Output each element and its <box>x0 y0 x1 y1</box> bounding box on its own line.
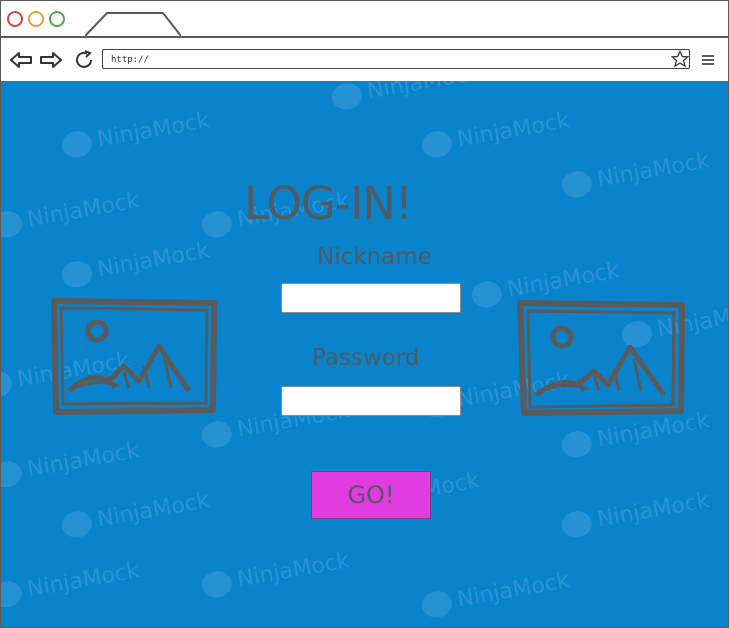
ninja-logo-icon <box>199 208 234 240</box>
forward-arrow-icon[interactable] <box>39 51 63 69</box>
password-label: Password <box>312 345 420 371</box>
watermark: NinjaMock <box>1 188 142 240</box>
ninja-logo-icon <box>1 368 14 400</box>
menu-icon[interactable] <box>701 53 715 67</box>
page-title: LOG-IN! <box>244 177 413 230</box>
watermark: NinjaMock <box>59 488 212 540</box>
ninja-logo-icon <box>1 458 24 490</box>
watermark: NinjaMock <box>419 108 572 160</box>
url-input[interactable]: http:// <box>102 49 690 69</box>
ninja-logo-icon <box>559 428 594 460</box>
ninja-logo-icon <box>419 588 454 620</box>
watermark: NinjaMock <box>199 548 352 600</box>
watermark: NinjaMock <box>419 568 572 620</box>
ninja-logo-icon <box>559 168 594 200</box>
ninja-logo-icon <box>199 418 234 450</box>
ninja-logo-icon <box>1 208 24 240</box>
close-window-button[interactable] <box>7 11 23 27</box>
ninja-logo-icon <box>469 278 504 310</box>
watermark: NinjaMock <box>559 148 712 200</box>
watermark: NinjaMock <box>1 558 142 610</box>
nickname-input[interactable] <box>281 283 461 313</box>
star-icon[interactable] <box>671 50 689 68</box>
right-image-placeholder <box>517 300 685 416</box>
ninja-logo-icon <box>59 258 94 290</box>
left-image-placeholder <box>51 298 217 415</box>
ninja-logo-icon <box>419 128 454 160</box>
back-arrow-icon[interactable] <box>9 51 33 69</box>
tab-divider <box>1 36 728 38</box>
ninja-logo-icon <box>59 128 94 160</box>
go-button[interactable]: GO! <box>311 471 431 519</box>
watermark: NinjaMock <box>329 81 482 112</box>
ninja-logo-icon <box>1 578 24 610</box>
address-toolbar: http:// <box>1 39 728 119</box>
reload-icon[interactable] <box>73 49 95 71</box>
watermark: NinjaMock <box>59 238 212 290</box>
browser-window: http:// NinjaMock NinjaMock NinjaMock Ni… <box>0 0 729 628</box>
title-bar <box>1 1 728 39</box>
watermark: NinjaMock <box>559 488 712 540</box>
ninja-logo-icon <box>559 508 594 540</box>
password-input[interactable] <box>281 386 461 416</box>
nickname-label: Nickname <box>317 244 432 270</box>
ninja-logo-icon <box>199 568 234 600</box>
browser-tab[interactable] <box>85 12 181 37</box>
watermark: NinjaMock <box>1 438 142 490</box>
ninja-logo-icon <box>329 81 364 112</box>
watermark: NinjaMock <box>59 108 212 160</box>
minimize-window-button[interactable] <box>28 11 44 27</box>
maximize-window-button[interactable] <box>49 11 65 27</box>
page-content: NinjaMock NinjaMock NinjaMock NinjaMock … <box>1 81 728 627</box>
ninja-logo-icon <box>59 508 94 540</box>
